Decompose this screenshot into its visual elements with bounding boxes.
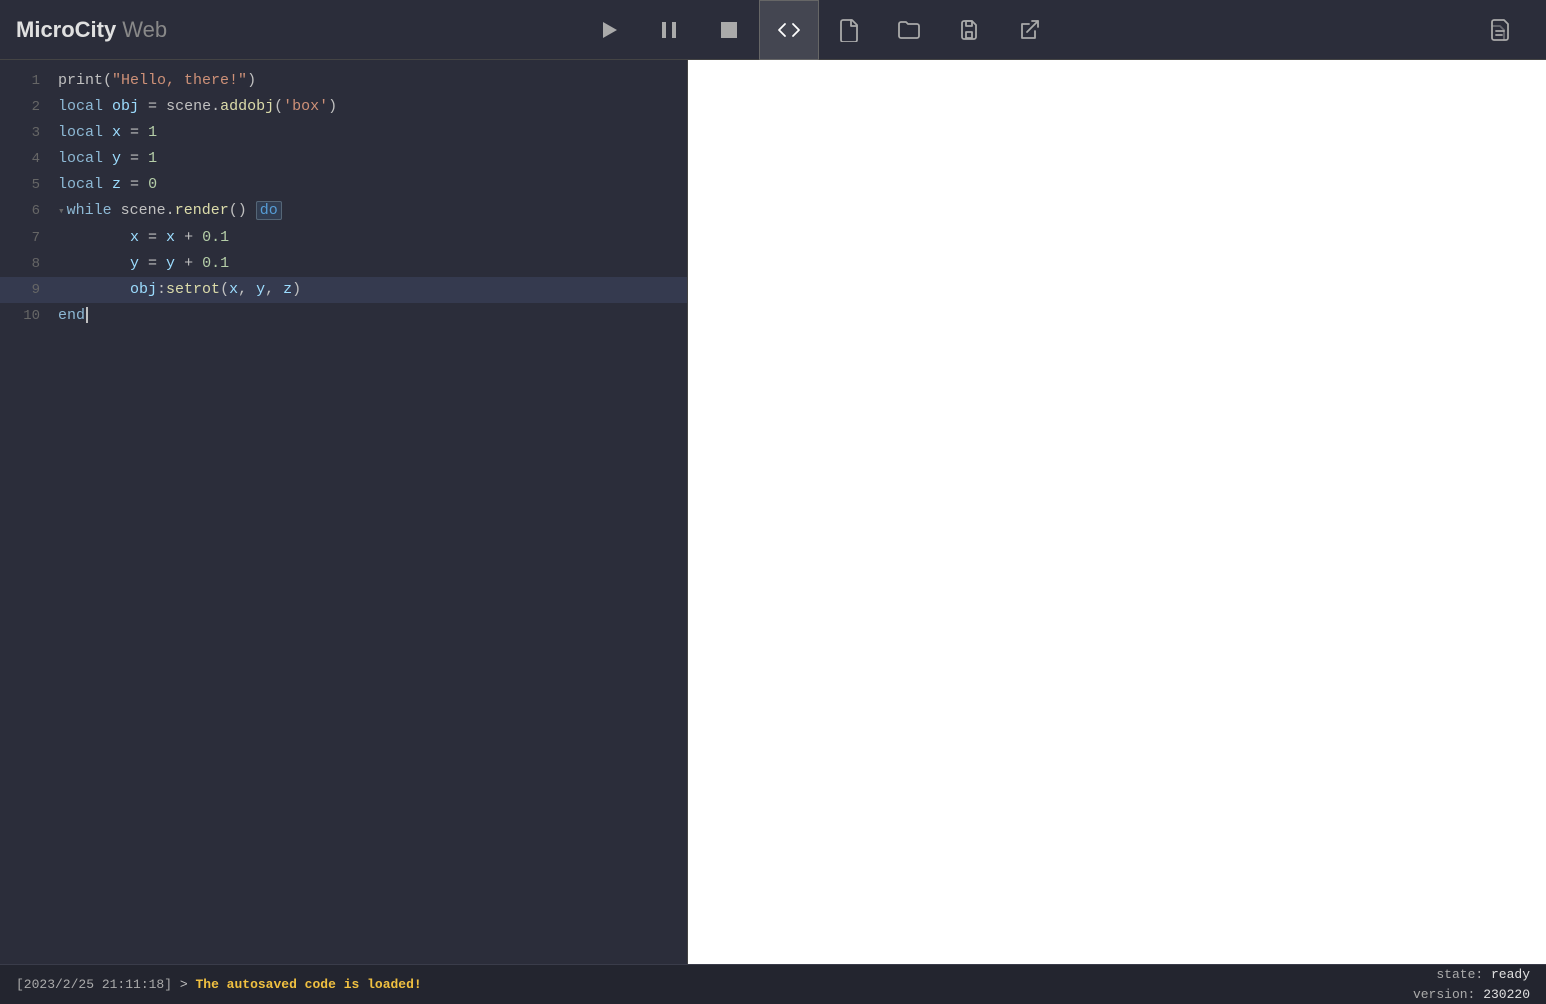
logo: MicroCity Web bbox=[16, 17, 167, 43]
stop-button[interactable] bbox=[699, 0, 759, 60]
files-button[interactable] bbox=[1470, 0, 1530, 60]
table-row: 7 x = x + 0.1 bbox=[0, 225, 687, 251]
status-arrow-sym: > bbox=[180, 977, 188, 992]
code-icon bbox=[777, 18, 801, 42]
code-editor-button[interactable] bbox=[759, 0, 819, 60]
header: MicroCity Web bbox=[0, 0, 1546, 60]
statusbar: [2023/2/25 21:11:18] > The autosaved cod… bbox=[0, 964, 1546, 1004]
export-icon bbox=[1017, 18, 1041, 42]
play-icon bbox=[597, 18, 621, 42]
main-area: 1 print("Hello, there!") 2 local obj = s… bbox=[0, 60, 1546, 964]
table-row: 10 end bbox=[0, 303, 687, 329]
files-icon bbox=[1488, 18, 1512, 42]
stop-icon bbox=[717, 18, 741, 42]
folder-icon bbox=[897, 18, 921, 42]
new-file-icon bbox=[837, 18, 861, 42]
status-message: The autosaved code is loaded! bbox=[195, 977, 421, 992]
cursor bbox=[86, 307, 88, 323]
table-row: 3 local x = 1 bbox=[0, 120, 687, 146]
statusbar-version: state: ready version: 230220 bbox=[1413, 965, 1530, 1004]
logo-web: Web bbox=[122, 17, 167, 43]
code-editor[interactable]: 1 print("Hello, there!") 2 local obj = s… bbox=[0, 60, 688, 964]
table-row: 8 y = y + 0.1 bbox=[0, 251, 687, 277]
status-arrow bbox=[172, 977, 180, 992]
save-button[interactable] bbox=[939, 0, 999, 60]
code-lines: 1 print("Hello, there!") 2 local obj = s… bbox=[0, 60, 687, 337]
state-text: state: ready bbox=[1413, 965, 1530, 985]
pause-button[interactable] bbox=[639, 0, 699, 60]
run-button[interactable] bbox=[579, 0, 639, 60]
table-row: 5 local z = 0 bbox=[0, 172, 687, 198]
table-row: 1 print("Hello, there!") bbox=[0, 68, 687, 94]
export-button[interactable] bbox=[999, 0, 1059, 60]
statusbar-message: [2023/2/25 21:11:18] > The autosaved cod… bbox=[16, 977, 422, 992]
table-row: 4 local y = 1 bbox=[0, 146, 687, 172]
preview-area bbox=[688, 60, 1546, 964]
pause-icon bbox=[657, 18, 681, 42]
table-row: 2 local obj = scene.addobj('box') bbox=[0, 94, 687, 120]
new-file-button[interactable] bbox=[819, 0, 879, 60]
save-icon bbox=[957, 18, 981, 42]
table-row: 9 obj:setrot(x, y, z) bbox=[0, 277, 687, 303]
timestamp: [2023/2/25 21:11:18] bbox=[16, 977, 172, 992]
open-file-button[interactable] bbox=[879, 0, 939, 60]
logo-microcity: MicroCity bbox=[16, 17, 116, 43]
table-row: 6 ▾while scene.render() do bbox=[0, 198, 687, 225]
version-text: version: 230220 bbox=[1413, 985, 1530, 1004]
